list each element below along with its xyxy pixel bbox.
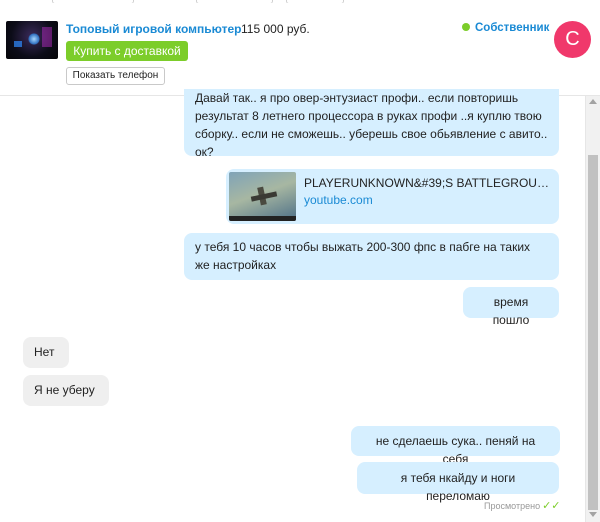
buy-with-delivery-button[interactable]: Купить с доставкой xyxy=(66,41,188,61)
message-bubble-outgoing: не сделаешь сука.. пеняй на себя xyxy=(351,426,560,466)
thumbnail-detail xyxy=(229,216,296,221)
owner-label: Собственник xyxy=(475,22,550,34)
link-title[interactable]: PLAYERUNKNOWN&#39;S BATTLEGROUNDS xyxy=(304,174,549,192)
double-check-icon: ✓✓ xyxy=(542,500,561,512)
read-receipt: Просмотрено ✓✓ xyxy=(484,499,561,512)
listing-thumbnail[interactable] xyxy=(6,21,58,59)
listing-header: Топовый игровой компьютер 115 000 руб. К… xyxy=(0,3,600,96)
message-bubble-outgoing: у тебя 10 часов чтобы выжать 200-300 фпс… xyxy=(184,233,559,280)
owner-status: Собственник xyxy=(462,22,549,34)
avatar[interactable]: C xyxy=(554,21,591,58)
link-domain[interactable]: youtube.com xyxy=(304,191,373,209)
message-bubble-incoming: Я не уберу xyxy=(23,375,109,406)
thumbnail-detail xyxy=(42,27,52,47)
message-bubble-outgoing: время пошло xyxy=(463,287,559,327)
video-thumbnail[interactable] xyxy=(229,172,296,221)
thumbnail-detail xyxy=(28,33,40,45)
thumbnail-detail xyxy=(14,41,22,47)
seen-label: Просмотрено xyxy=(484,501,541,511)
scroll-down-arrow-icon[interactable] xyxy=(589,512,597,517)
message-bubble-incoming: Нет xyxy=(23,337,69,368)
online-dot-icon xyxy=(462,23,470,31)
message-bubble-outgoing: я тебя нкайду и ноги переломаю xyxy=(357,462,559,503)
listing-title-link[interactable]: Топовый игровой компьютер xyxy=(66,22,241,36)
link-preview-card[interactable]: PLAYERUNKNOWN&#39;S BATTLEGROUNDS youtub… xyxy=(226,169,559,224)
show-phone-button[interactable]: Показать телефон xyxy=(66,67,165,85)
scroll-up-arrow-icon[interactable] xyxy=(589,99,597,104)
chat-area: Давай так.. я про овер-энтузиаст профи..… xyxy=(0,89,585,522)
listing-price: 115 000 руб. xyxy=(241,22,310,36)
chat-scrollbar[interactable] xyxy=(585,96,600,522)
scrollbar-thumb[interactable] xyxy=(588,155,598,510)
message-bubble-outgoing: Давай так.. я про овер-энтузиаст профи..… xyxy=(184,89,559,159)
